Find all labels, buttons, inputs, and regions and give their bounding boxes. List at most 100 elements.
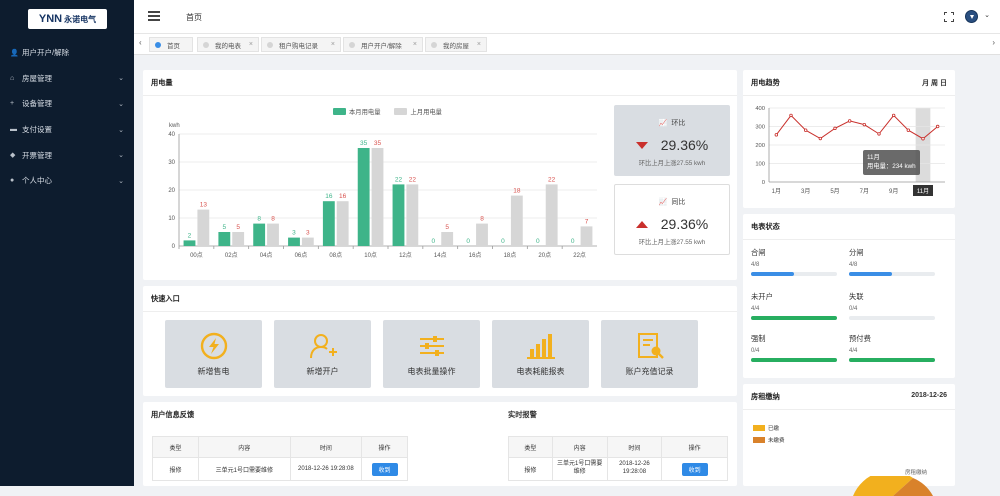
bar[interactable] [336, 201, 349, 246]
y-tick-label: 300 [755, 125, 765, 131]
table-row: 报修 三单元1号口需要维修 2018-12-26 19:28:08 收到 [152, 457, 408, 481]
trend-period-tabs[interactable]: 月 周 日 [922, 78, 947, 88]
quick-entry-button[interactable]: 电表批量操作 [383, 320, 480, 388]
tab-dot-icon [155, 41, 161, 48]
tab-label: 我的房屋 [443, 42, 469, 50]
bar[interactable] [183, 240, 196, 246]
arrow-down-icon [635, 141, 648, 149]
avatar[interactable] [965, 10, 978, 23]
close-icon[interactable]: × [413, 41, 417, 48]
tab[interactable]: 我的电表 × [197, 37, 259, 52]
legend-label-current[interactable]: 本月用电量 [349, 107, 380, 116]
status-label: 合闸 [751, 248, 766, 257]
sidebar-item[interactable]: ◆ 开票管理 ⌄ [0, 142, 134, 168]
bar[interactable] [197, 209, 210, 246]
data-point[interactable] [891, 113, 896, 118]
close-icon[interactable]: × [249, 41, 253, 48]
rent-legend-paid: 已缴 [753, 424, 779, 432]
sidebar-item[interactable]: 👤 用户开户/解除 [0, 40, 134, 66]
fullscreen-icon[interactable] [944, 12, 954, 22]
tab-prev-icon[interactable]: ‹ [139, 38, 142, 47]
legend-swatch-previous [394, 108, 408, 115]
table-header: 类型 [152, 436, 199, 458]
bar[interactable] [218, 232, 231, 246]
tab[interactable]: 用户开户/解除 × [343, 37, 423, 52]
bar[interactable] [406, 184, 419, 246]
rent-pie-chart [853, 476, 933, 496]
sidebar-item[interactable]: ● 个人中心 ⌄ [0, 168, 134, 194]
chevron-down-icon[interactable]: ⌄ [984, 11, 990, 19]
bar[interactable] [392, 184, 405, 246]
bar[interactable] [357, 148, 370, 246]
bar[interactable] [253, 223, 266, 246]
close-icon[interactable]: × [477, 41, 481, 48]
status-label: 失联 [849, 292, 864, 301]
alerts-title: 实时报警 [508, 410, 537, 419]
bar[interactable] [301, 237, 314, 246]
status-bar [849, 316, 935, 320]
close-icon[interactable]: × [331, 41, 335, 48]
sidebar-item[interactable]: ⌂ 房屋管理 ⌄ [0, 66, 134, 92]
data-label: 5 [236, 224, 240, 231]
bar[interactable] [322, 201, 335, 246]
cell-content: 三单元1号口需要维修 [197, 457, 291, 481]
trend-title: 用电趋势 [751, 78, 780, 87]
bar[interactable] [441, 232, 454, 246]
data-point[interactable] [935, 124, 940, 129]
quick-entry-button[interactable]: 新增开户 [274, 320, 371, 388]
data-point[interactable] [818, 136, 823, 141]
bar[interactable] [580, 226, 593, 246]
quick-entry-button[interactable]: 电表耗能报表 [492, 320, 589, 388]
sidebar-item[interactable]: + 设备管理 ⌄ [0, 91, 134, 117]
data-point[interactable] [833, 126, 837, 131]
user-add-icon [310, 334, 337, 359]
data-label: 22 [548, 176, 556, 183]
meter-status-item: 失联 0/4 [849, 292, 935, 320]
data-point[interactable] [906, 128, 911, 132]
sliders-icon [420, 336, 444, 356]
data-point[interactable] [803, 128, 808, 132]
quick-entry-title: 快速入口 [151, 294, 180, 303]
bar[interactable] [545, 184, 558, 246]
bar[interactable] [476, 223, 488, 246]
rent-legend-unpaid: 未缴费 [753, 436, 785, 444]
bar[interactable] [232, 232, 245, 246]
tab-label: 首页 [167, 42, 180, 50]
x-tick-label: 22点 [573, 251, 586, 259]
quick-entry-button[interactable]: 账户充值记录 [601, 320, 698, 388]
logo[interactable]: YNN 永诺电气 [28, 9, 107, 29]
x-tick-label: 1月 [772, 188, 781, 195]
received-button[interactable]: 收到 [681, 462, 708, 476]
tab-next-icon[interactable]: › [992, 38, 995, 47]
chevron-down-icon: ⌄ [118, 152, 124, 160]
data-point[interactable] [847, 119, 852, 123]
tab[interactable]: 我的房屋 × [425, 37, 487, 52]
bar[interactable] [510, 195, 523, 246]
quick-entry-button[interactable]: 新增售电 [165, 320, 262, 388]
tab[interactable]: 首页 [149, 37, 193, 52]
status-value: 0/4 [751, 348, 760, 354]
sidebar-item[interactable]: ▬ 支付设置 ⌄ [0, 117, 134, 143]
menu-toggle-icon[interactable] [148, 11, 160, 21]
data-point[interactable] [921, 137, 925, 141]
tab-dot-icon [431, 41, 437, 48]
meter-status-card: 电表状态 合闸 4/8 分闸 4/8 未开户 4/4 失联 0/4 强制 0/4 预付费 4/4 [743, 214, 955, 378]
y-tick-label: 20 [168, 188, 175, 194]
bar[interactable] [288, 237, 300, 246]
received-button[interactable]: 收到 [371, 462, 398, 476]
cell-type: 报修 [508, 457, 553, 481]
data-point[interactable] [877, 132, 881, 136]
tag-icon: ◆ [10, 152, 16, 160]
table-header: 类型 [508, 436, 553, 458]
bar[interactable] [371, 148, 384, 246]
yoy-stat: 📈 同比 29.36% 环比上月上涨27.55 kwh [614, 184, 730, 255]
bar[interactable] [267, 223, 279, 246]
data-point[interactable] [774, 133, 779, 137]
chevron-down-icon: ⌄ [118, 100, 124, 108]
tab-dot-icon [267, 41, 273, 48]
tab[interactable]: 租户购电记录 × [261, 37, 341, 52]
legend-label-previous[interactable]: 上月用电量 [410, 107, 441, 116]
data-point[interactable] [789, 113, 793, 118]
data-point[interactable] [862, 122, 867, 127]
table-row: 报修 三单元1号口需要维修 2018-12-26 19:28:08 收到 [508, 457, 728, 481]
